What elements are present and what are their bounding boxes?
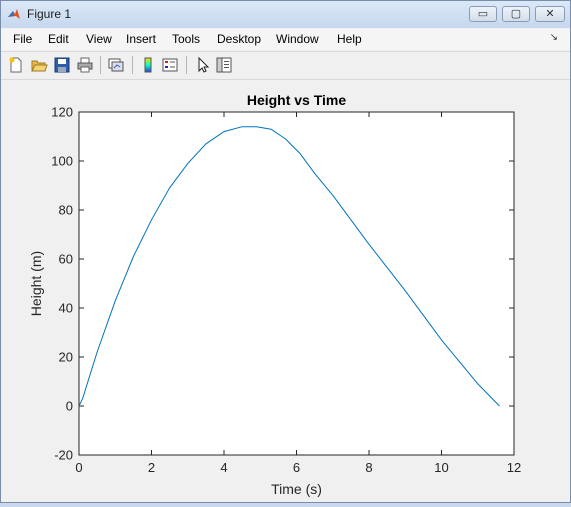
plot-area xyxy=(78,111,515,456)
y-axis-label: Height (m) xyxy=(28,251,44,316)
dock-arrow-icon[interactable]: ↘ xyxy=(550,32,558,43)
toolbar-separator xyxy=(100,56,101,74)
y-tick-label: -20 xyxy=(54,448,73,463)
open-file-icon[interactable] xyxy=(30,56,48,74)
figure-toolbar xyxy=(1,51,570,80)
y-tick-label: 120 xyxy=(51,105,73,120)
insert-colorbar-icon[interactable] xyxy=(139,56,157,74)
menu-bar: File Edit View Insert Tools Desktop Wind… xyxy=(1,29,570,50)
menu-file[interactable]: File xyxy=(13,32,32,46)
print-icon[interactable] xyxy=(76,56,94,74)
chart-title: Height vs Time xyxy=(247,92,347,108)
x-tick-label: 0 xyxy=(75,460,82,475)
edit-plot-icon[interactable] xyxy=(194,56,212,74)
y-tick-label: 80 xyxy=(59,203,73,218)
menu-help[interactable]: Help xyxy=(337,32,362,46)
x-tick-label: 8 xyxy=(365,460,372,475)
x-axis-label: Time (s) xyxy=(271,481,322,497)
new-figure-icon[interactable] xyxy=(7,56,25,74)
toolbar-separator xyxy=(132,56,133,74)
insert-legend-icon[interactable] xyxy=(161,56,179,74)
save-icon[interactable] xyxy=(53,56,71,74)
title-bar[interactable]: Figure 1 ▭ ▢ ✕ xyxy=(1,1,570,28)
menu-view[interactable]: View xyxy=(86,32,112,46)
y-tick-label: 100 xyxy=(51,154,73,169)
x-tick-label: 4 xyxy=(220,460,227,475)
property-editor-icon[interactable] xyxy=(215,56,233,74)
toolbar-separator xyxy=(186,56,187,74)
figure-canvas: 0 2 4 6 8 10 12 -20 0 20 40 60 80 100 120 Height vs Tim… xyxy=(1,80,570,502)
menu-tools[interactable]: Tools xyxy=(172,32,200,46)
menu-desktop[interactable]: Desktop xyxy=(217,32,261,46)
matlab-logo-icon xyxy=(8,9,20,19)
chart-svg: 0 2 4 6 8 10 12-20020406080100120Height vs Tim… xyxy=(28,92,521,497)
x-tick-label: 10 xyxy=(434,460,448,475)
figure-window: Figure 1 ▭ ▢ ✕ File Edit View Insert Too… xyxy=(0,0,571,503)
x-tick-label: 2 xyxy=(148,460,155,475)
x-tick-label: 6 xyxy=(293,460,300,475)
minimize-button[interactable]: ▭ xyxy=(469,6,497,22)
x-tick-label: 12 xyxy=(507,460,521,475)
maximize-button[interactable]: ▢ xyxy=(502,6,530,22)
y-tick-label: 40 xyxy=(59,301,73,316)
window-title: Figure 1 xyxy=(27,7,72,21)
menu-insert[interactable]: Insert xyxy=(126,32,156,46)
y-tick-label: 0 xyxy=(66,399,73,414)
link-plot-icon[interactable] xyxy=(107,56,125,74)
y-tick-label: 20 xyxy=(59,350,73,365)
menu-window[interactable]: Window xyxy=(276,32,319,46)
close-button[interactable]: ✕ xyxy=(535,6,565,22)
y-tick-label: 60 xyxy=(59,252,73,267)
menu-edit[interactable]: Edit xyxy=(48,32,69,46)
